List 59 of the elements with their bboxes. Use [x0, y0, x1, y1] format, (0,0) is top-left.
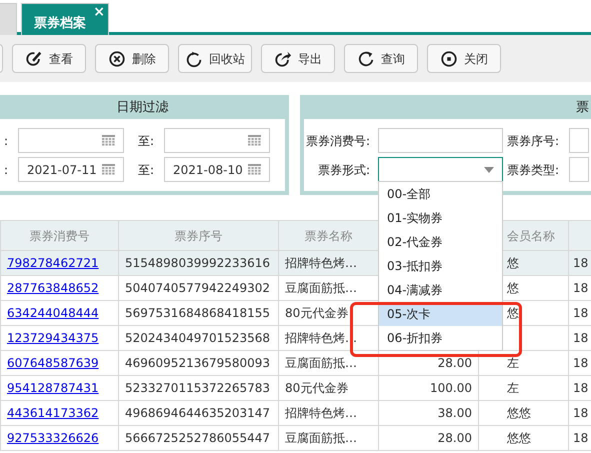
toolbar-button[interactable]: 查看 [12, 44, 86, 73]
calendar-icon[interactable] [102, 164, 115, 175]
tab[interactable]: 票券档案 × [21, 3, 109, 35]
table-cell: 招牌特色烤… [278, 400, 378, 426]
calendar-icon[interactable] [248, 164, 261, 175]
table-cell: 豆腐面筋抵… [278, 426, 378, 450]
share-icon [274, 50, 292, 68]
table-cell: 4696095213679580093 [118, 350, 278, 376]
table-cell: 38.00 [378, 400, 478, 426]
stop-icon [440, 50, 458, 68]
field-label: : [3, 162, 10, 178]
refresh-icon [357, 50, 375, 68]
table-cell: 5697531684868418155 [118, 300, 278, 326]
table-cell: 豆腐面筋抵… [278, 350, 378, 376]
pencil-icon [25, 50, 43, 68]
field-label: 至: [137, 132, 156, 150]
date-field[interactable] [18, 128, 124, 153]
table-cell: 80元代金券 [278, 376, 378, 400]
field-label: 票券类型: [506, 162, 560, 178]
tab[interactable] [0, 3, 17, 35]
toolbar-button[interactable]: 删除 [95, 44, 169, 73]
panel-title: 日期过滤 [0, 95, 285, 119]
table-cell: 悠悠 [478, 400, 568, 426]
close-icon[interactable]: × [93, 2, 105, 23]
input-field[interactable] [569, 128, 589, 153]
table-cell: 招牌特色烤… [278, 250, 378, 276]
toolbar-button[interactable]: 查询 [344, 44, 418, 73]
calendar-icon[interactable] [248, 135, 261, 146]
field-label: 票券消费号: [304, 132, 371, 150]
field-label: 票券序号: [506, 132, 560, 150]
table-cell: 100.00 [378, 376, 478, 400]
field-label: 票券形式: [316, 162, 371, 178]
dropdown-option[interactable]: 00-全部 [379, 182, 502, 206]
field-label: : [3, 132, 10, 150]
toolbar-button[interactable]: 回收站 [178, 44, 252, 73]
input-field[interactable] [569, 157, 589, 182]
date-field[interactable]: 2021-08-10 [164, 157, 270, 182]
toolbar-button[interactable]: 导出 [261, 44, 335, 73]
dropdown-field[interactable] [378, 157, 503, 182]
field-label: 至: [137, 162, 156, 178]
close-icon [108, 50, 126, 68]
table-cell: 5666725252786055447 [118, 426, 278, 450]
table-cell: 5040740577942249302 [118, 276, 278, 300]
date-field[interactable] [164, 128, 270, 153]
input-field[interactable] [378, 128, 503, 153]
table-cell: 28.00 [378, 426, 478, 450]
panel-title: 票 [576, 100, 589, 115]
table-cell: 18 [568, 250, 591, 276]
dropdown-option[interactable]: 06-折扣券 [379, 326, 502, 350]
table-cell: 5202434049701523568 [118, 326, 278, 350]
table-cell: 5233270115372265783 [118, 376, 278, 400]
table-cell: 5154898039992233616 [118, 250, 278, 276]
date-field[interactable]: 2021-07-11 [18, 157, 124, 182]
toolbar-button[interactable]: 关闭 [427, 44, 501, 73]
calendar-icon[interactable] [102, 135, 115, 146]
caret-icon [484, 166, 494, 172]
table-cell: 4968694644635203147 [118, 400, 278, 426]
table-cell: 悠悠 [478, 426, 568, 450]
table-cell: 左 [478, 376, 568, 400]
